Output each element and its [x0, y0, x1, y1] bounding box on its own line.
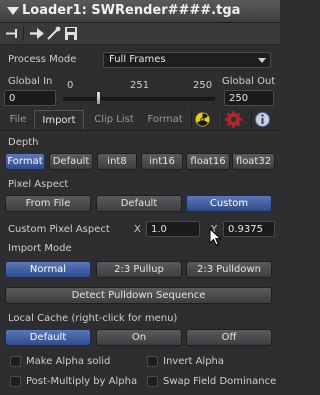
pixel-aspect-default-button[interactable]: Default — [96, 195, 182, 212]
collapse-triangle-icon[interactable] — [7, 7, 19, 15]
slider-tick-mid: 251 — [130, 80, 150, 91]
local-cache-label: Local Cache (right-click for menu) — [8, 313, 178, 324]
slider-tick-start: 0 — [67, 80, 74, 91]
import-mode-pulldown-button[interactable]: 2:3 Pulldown — [186, 261, 272, 278]
tab-settings[interactable] — [222, 110, 244, 129]
depth-int16-button[interactable]: int16 — [141, 153, 183, 170]
import-mode-pullup-button[interactable]: 2:3 Pullup — [96, 261, 182, 278]
radiation-icon — [195, 112, 210, 127]
detect-pulldown-sequence-button[interactable]: Detect Pulldown Sequence — [5, 287, 272, 304]
pixel-aspect-label: Pixel Aspect — [8, 179, 69, 190]
pixel-aspect-custom-button[interactable]: Custom — [186, 195, 272, 212]
invert-alpha-checkbox[interactable] — [147, 356, 158, 367]
toolbar — [0, 23, 280, 45]
post-multiply-label: Post-Multiply by Alpha — [26, 376, 138, 387]
tab-radiation[interactable] — [191, 110, 213, 129]
depth-float32-button[interactable]: float32 — [232, 153, 275, 170]
invert-alpha-label: Invert Alpha — [163, 356, 225, 367]
global-range-slider-track[interactable] — [63, 97, 215, 101]
wand-icon[interactable] — [46, 26, 62, 41]
import-mode-label: Import Mode — [8, 243, 72, 254]
pin-icon[interactable] — [4, 26, 20, 41]
depth-int8-button[interactable]: int8 — [97, 153, 137, 170]
process-mode-select[interactable]: Full Frames — [103, 52, 271, 68]
info-icon — [255, 112, 270, 127]
depth-default-button[interactable]: Default — [49, 153, 93, 170]
local-cache-off-button[interactable]: Off — [186, 329, 272, 346]
process-mode-label: Process Mode — [8, 54, 77, 65]
local-cache-on-button[interactable]: On — [96, 329, 182, 346]
import-mode-normal-button[interactable]: Normal — [5, 261, 91, 278]
tab-info[interactable] — [251, 110, 273, 129]
custom-pixel-aspect-label: Custom Pixel Aspect — [8, 224, 110, 235]
title-bar[interactable]: Loader1: SWRender####.tga — [0, 0, 280, 23]
custom-pixel-aspect-x-label: X — [134, 224, 141, 235]
tab-file[interactable]: File — [2, 110, 34, 129]
toolbar-divider — [23, 26, 24, 41]
gear-icon — [225, 111, 242, 128]
local-cache-default-button[interactable]: Default — [5, 329, 91, 346]
slider-tick-end: 250 — [193, 80, 213, 91]
depth-label: Depth — [8, 137, 39, 148]
custom-pixel-aspect-y-field[interactable]: 0.9375 — [223, 221, 275, 237]
save-icon[interactable] — [63, 26, 79, 41]
depth-float16-button[interactable]: float16 — [186, 153, 230, 170]
process-mode-value: Full Frames — [109, 54, 166, 65]
tab-import[interactable]: Import — [34, 110, 84, 129]
depth-format-button[interactable]: Format — [5, 153, 45, 170]
global-range-slider-handle[interactable] — [96, 91, 101, 105]
chevron-down-icon — [258, 58, 266, 63]
make-alpha-solid-label: Make Alpha solid — [26, 356, 111, 367]
swap-field-dominance-label: Swap Field Dominance — [163, 376, 277, 387]
tab-format[interactable]: Format — [143, 110, 187, 129]
pixel-aspect-from-file-button[interactable]: From File — [5, 195, 91, 212]
global-out-field[interactable]: 250 — [224, 90, 274, 106]
arrow-icon[interactable] — [29, 26, 45, 41]
swap-field-dominance-checkbox[interactable] — [147, 376, 158, 387]
window-title: Loader1: SWRender####.tga — [22, 3, 241, 18]
post-multiply-checkbox[interactable] — [10, 376, 21, 387]
tab-clip-list[interactable]: Clip List — [88, 110, 140, 129]
global-in-field[interactable]: 0 — [4, 90, 56, 106]
mouse-cursor-icon — [209, 228, 222, 246]
global-in-label: Global In — [8, 76, 53, 87]
global-out-label: Global Out — [222, 76, 276, 87]
custom-pixel-aspect-x-field[interactable]: 1.0 — [146, 221, 200, 237]
make-alpha-solid-checkbox[interactable] — [10, 356, 21, 367]
